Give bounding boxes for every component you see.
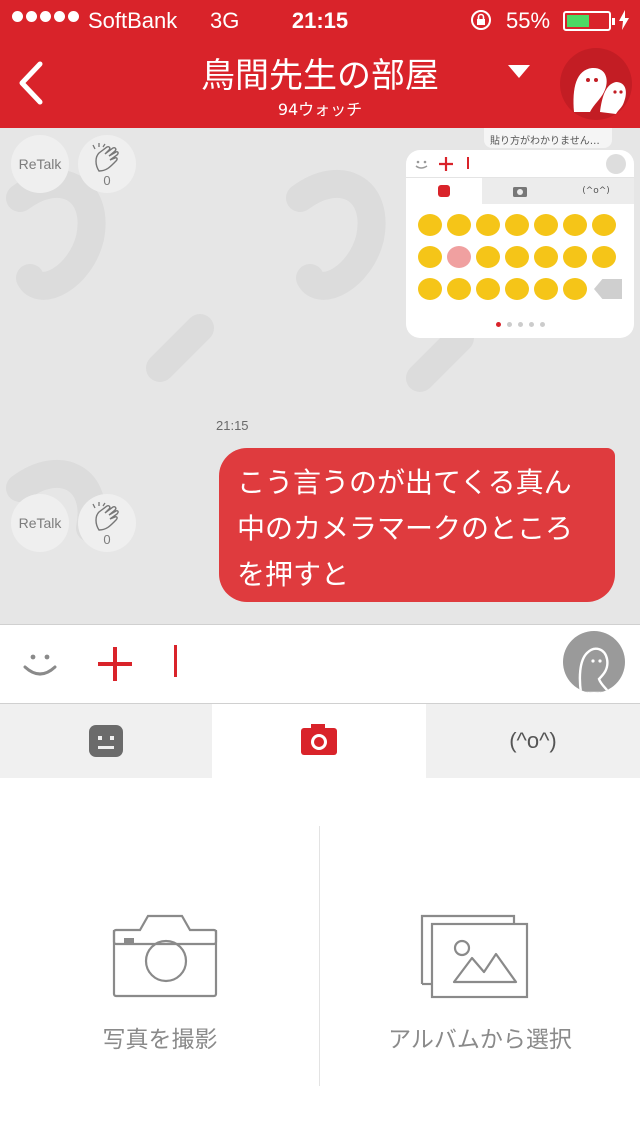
clap-count: 0 xyxy=(103,532,111,547)
album-label: アルバムから選択 xyxy=(388,1027,572,1053)
photo-options-panel: 写真を撮影 アルバムから選択 xyxy=(0,778,640,1136)
emoji-face-icon xyxy=(89,725,123,757)
ghost-mascot-icon xyxy=(573,67,626,114)
clap-hands-icon xyxy=(92,143,119,172)
take-photo-label: 写真を撮影 xyxy=(102,1027,218,1053)
default-avatar-icon xyxy=(578,647,611,693)
tab-kaomoji[interactable]: (^o^) xyxy=(426,704,640,778)
mini-tab-camera xyxy=(482,178,558,204)
mini-delete-icon xyxy=(594,279,622,299)
room-title[interactable]: 鳥間先生の部屋 xyxy=(0,48,640,97)
input-bar xyxy=(0,624,640,704)
message-timestamp: 21:15 xyxy=(216,418,249,433)
take-photo-option[interactable]: 写真を撮影 xyxy=(0,778,320,1136)
tab-emoji[interactable] xyxy=(0,704,212,778)
camera-outline-icon xyxy=(112,914,218,998)
nav-bar: 鳥間先生の部屋 94ウォッチ xyxy=(0,40,640,128)
text-message-bubble[interactable]: こう言うのが出てくる真ん中のカメラマークのところを押すと xyxy=(219,448,615,602)
camera-icon xyxy=(301,724,337,755)
smiley-face-icon[interactable] xyxy=(20,647,60,683)
photo-album-icon xyxy=(420,914,529,999)
status-bar: SoftBank 3G 21:15 55% xyxy=(0,0,640,40)
dropdown-caret-icon[interactable] xyxy=(508,65,530,79)
battery-icon xyxy=(563,11,615,31)
watch-count: 94ウォッチ xyxy=(277,100,363,119)
battery-percentage: 55% xyxy=(506,8,551,33)
sticker-tabs: (^o^) xyxy=(0,704,640,778)
chat-area[interactable]: 貼り方がわかりません… (^o^) ReTalk 0 21:15 ReTalk … xyxy=(0,128,640,624)
retalk-button[interactable]: ReTalk xyxy=(11,135,69,193)
user-avatar[interactable] xyxy=(563,631,625,693)
clap-hands-icon xyxy=(92,502,119,531)
album-option[interactable]: アルバムから選択 xyxy=(320,778,640,1136)
clap-count: 0 xyxy=(103,173,111,188)
plus-icon[interactable] xyxy=(96,645,134,683)
mini-tabs: (^o^) xyxy=(406,178,634,204)
clap-button[interactable]: 0 xyxy=(78,494,136,552)
mini-page-dots xyxy=(406,322,634,327)
rotation-lock-icon xyxy=(471,10,491,30)
image-caption-top: 貼り方がわかりません… xyxy=(484,128,612,148)
text-input-cursor[interactable] xyxy=(174,645,177,677)
mini-tab-emoji xyxy=(406,178,482,204)
mini-toolbar-icons xyxy=(415,154,626,174)
clap-button[interactable]: 0 xyxy=(78,135,136,193)
mini-tab-kaomoji: (^o^) xyxy=(558,178,634,204)
mini-input-toolbar xyxy=(406,150,634,178)
tab-camera[interactable] xyxy=(212,704,426,778)
charging-bolt-icon xyxy=(619,10,629,30)
room-avatar[interactable] xyxy=(560,48,632,120)
retalk-button[interactable]: ReTalk xyxy=(11,494,69,552)
image-message[interactable]: (^o^) xyxy=(406,150,634,338)
